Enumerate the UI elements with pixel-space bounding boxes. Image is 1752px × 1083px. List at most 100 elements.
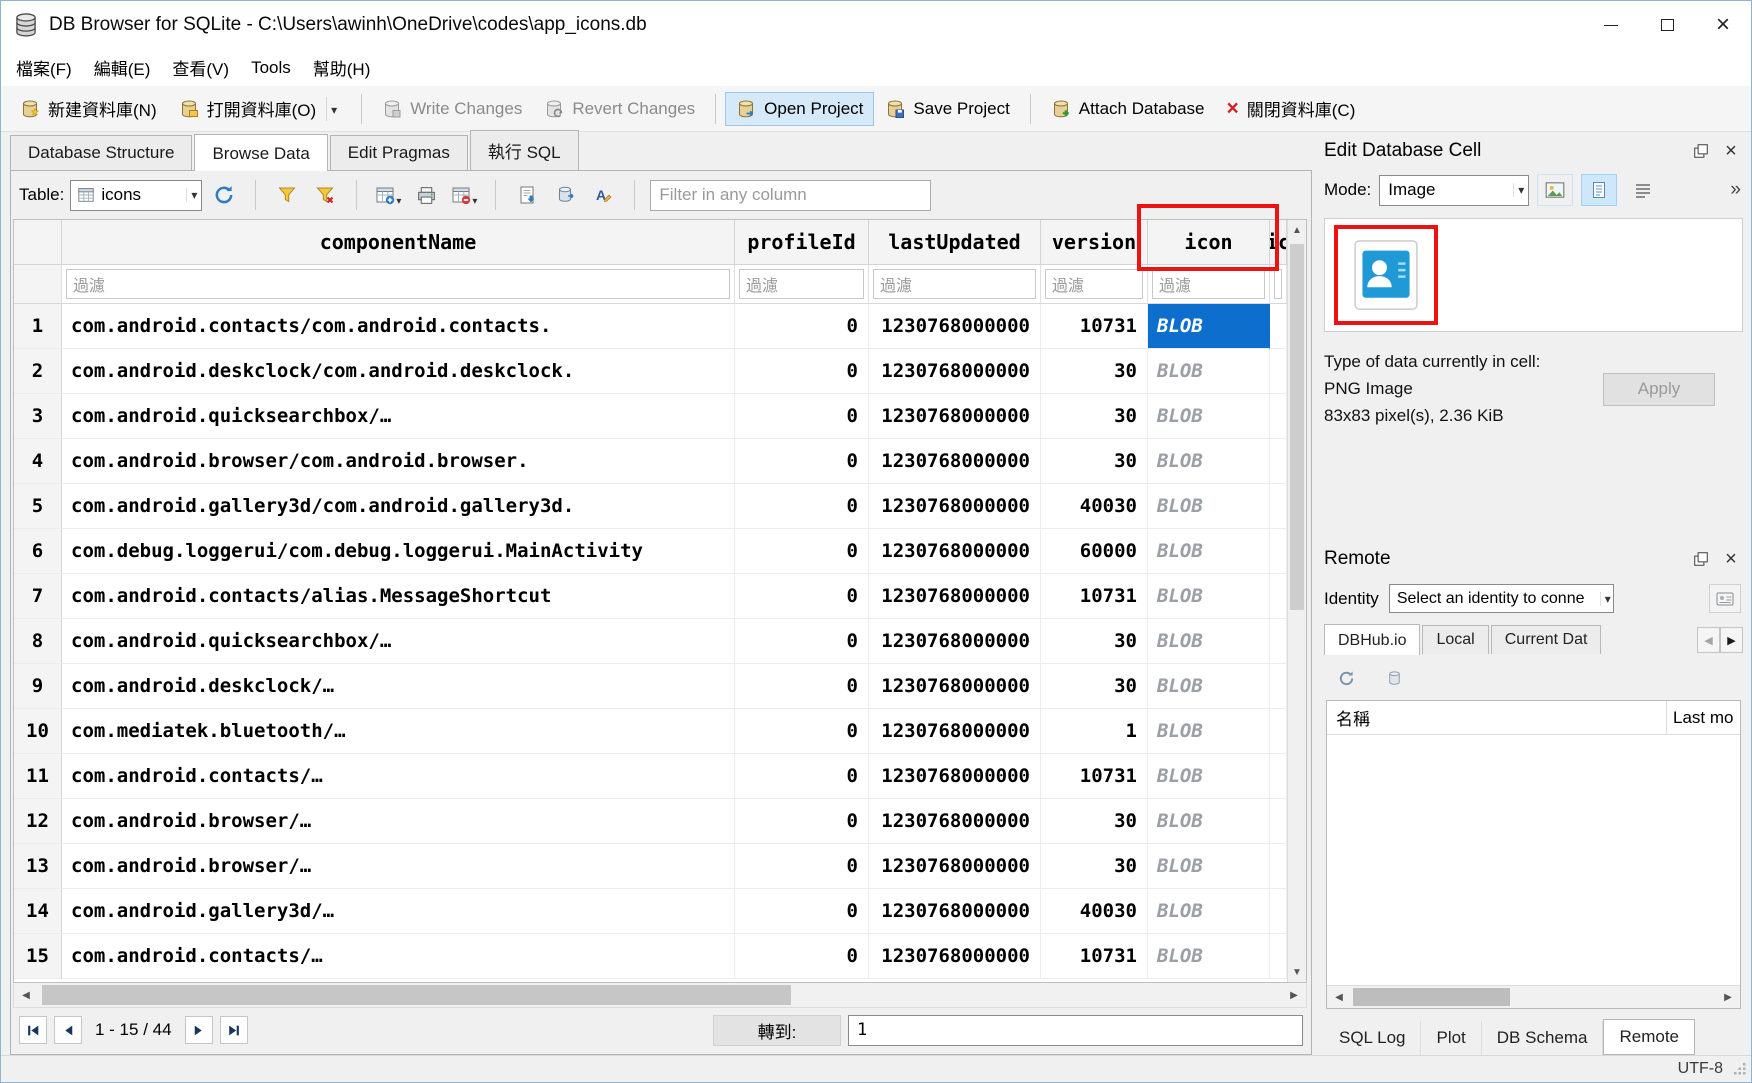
row-number[interactable]: 1 — [14, 304, 62, 349]
row-number[interactable]: 3 — [14, 394, 62, 439]
cell-version[interactable]: 30 — [1041, 799, 1148, 844]
revert-changes-button[interactable]: Revert Changes — [533, 92, 706, 126]
filter-cell[interactable]: 過濾 — [869, 265, 1041, 304]
previous-record-button[interactable] — [54, 1016, 82, 1044]
preview-image[interactable] — [1347, 236, 1425, 314]
main-tab[interactable]: Edit Pragmas — [330, 135, 468, 170]
goto-button[interactable]: 轉到: — [713, 1015, 841, 1046]
remote-scrollbar-thumb[interactable] — [1353, 988, 1510, 1006]
goto-record-input[interactable] — [848, 1015, 1303, 1046]
cell-componentname[interactable]: com.android.quicksearchbox/… — [62, 394, 735, 439]
save-filters-button[interactable] — [271, 179, 303, 211]
cell-icon-blob[interactable]: BLOB — [1148, 304, 1270, 349]
scroll-right-arrow-icon[interactable]: ▶ — [1282, 983, 1306, 1007]
row-number[interactable]: 10 — [14, 709, 62, 754]
table-row[interactable]: 15 com.android.contacts/… 0 123076800000… — [14, 934, 1287, 979]
cell-version[interactable]: 10731 — [1041, 934, 1148, 979]
scroll-left-arrow-icon[interactable]: ◀ — [14, 983, 38, 1007]
close-panel-button[interactable]: × — [1719, 547, 1743, 571]
cell-componentname[interactable]: com.android.browser/… — [62, 799, 735, 844]
cell-icon-blob[interactable]: BLOB — [1148, 484, 1270, 529]
cell-version[interactable]: 40030 — [1041, 889, 1148, 934]
table-row[interactable]: 11 com.android.contacts/… 0 123076800000… — [14, 754, 1287, 799]
cell-version[interactable]: 60000 — [1041, 529, 1148, 574]
cell-componentname[interactable]: com.android.gallery3d/… — [62, 889, 735, 934]
scroll-right-arrow-icon[interactable]: ▶ — [1716, 986, 1740, 1008]
view-document-button[interactable] — [1581, 174, 1617, 206]
next-record-button[interactable] — [185, 1016, 213, 1044]
cell-profileid[interactable]: 0 — [735, 439, 869, 484]
cell-profileid[interactable]: 0 — [735, 484, 869, 529]
new-database-button[interactable]: 新建資料庫(N) — [9, 89, 168, 128]
column-header-version[interactable]: version — [1041, 220, 1148, 265]
last-modified-column-header[interactable]: Last mo — [1666, 701, 1740, 734]
main-tab[interactable]: 執行 SQL — [470, 130, 579, 170]
remote-tab[interactable]: Current Dat — [1491, 625, 1602, 654]
filter-input-icon[interactable]: 過濾 — [1152, 269, 1265, 299]
cell-componentname[interactable]: com.debug.loggerui/com.debug.loggerui.Ma… — [62, 529, 735, 574]
cell-lastupdated[interactable]: 1230768000000 — [869, 889, 1041, 934]
filter-any-column-input[interactable] — [650, 180, 931, 211]
table-row[interactable]: 14 com.android.gallery3d/… 0 12307680000… — [14, 889, 1287, 934]
cell-profileid[interactable]: 0 — [735, 619, 869, 664]
menu-item[interactable]: 編輯(E) — [83, 49, 162, 86]
column-header-profileid[interactable]: profileId — [735, 220, 869, 265]
cell-icon-blob[interactable]: BLOB — [1148, 754, 1270, 799]
cell-componentname[interactable]: com.android.gallery3d/com.android.galler… — [62, 484, 735, 529]
dock-tab[interactable]: Plot — [1421, 1021, 1481, 1055]
cell-icon-blob[interactable]: BLOB — [1148, 844, 1270, 889]
cell-lastupdated[interactable]: 1230768000000 — [869, 934, 1041, 979]
last-record-button[interactable] — [220, 1016, 248, 1044]
text-lines-button[interactable] — [1625, 174, 1661, 206]
filter-cell[interactable]: 過濾 — [1041, 265, 1148, 304]
close-panel-button[interactable]: × — [1719, 139, 1743, 163]
table-row[interactable]: 7 com.android.contacts/alias.MessageShor… — [14, 574, 1287, 619]
cell-lastupdated[interactable]: 1230768000000 — [869, 754, 1041, 799]
dock-tab[interactable]: SQL Log — [1324, 1021, 1421, 1055]
cell-partial[interactable] — [1270, 799, 1287, 844]
cell-profileid[interactable]: 0 — [735, 664, 869, 709]
table-row[interactable]: 13 com.android.browser/… 0 1230768000000… — [14, 844, 1287, 889]
vertical-scrollbar[interactable]: ▲ ▼ — [1287, 220, 1306, 982]
refresh-table-button[interactable] — [208, 179, 240, 211]
row-number[interactable]: 9 — [14, 664, 62, 709]
cell-partial[interactable] — [1270, 439, 1287, 484]
clone-database-button[interactable] — [1378, 662, 1410, 694]
menu-item[interactable]: 檔案(F) — [5, 49, 83, 86]
filter-input-componentname[interactable]: 過濾 — [66, 269, 730, 299]
cell-lastupdated[interactable]: 1230768000000 — [869, 709, 1041, 754]
cell-icon-blob[interactable]: BLOB — [1148, 529, 1270, 574]
table-row[interactable]: 2 com.android.deskclock/com.android.desk… — [14, 349, 1287, 394]
attach-database-button[interactable]: Attach Database — [1040, 92, 1216, 126]
float-panel-button[interactable] — [1689, 547, 1713, 571]
cell-version[interactable]: 10731 — [1041, 574, 1148, 619]
row-number[interactable]: 8 — [14, 619, 62, 664]
float-panel-button[interactable] — [1689, 139, 1713, 163]
write-changes-button[interactable]: Write Changes — [371, 92, 533, 126]
cell-icon-blob[interactable]: BLOB — [1148, 394, 1270, 439]
table-row[interactable]: 10 com.mediatek.bluetooth/… 0 1230768000… — [14, 709, 1287, 754]
cell-icon-blob[interactable]: BLOB — [1148, 664, 1270, 709]
cell-partial[interactable] — [1270, 754, 1287, 799]
filter-input-profileid[interactable]: 過濾 — [739, 269, 864, 299]
name-column-header[interactable]: 名稱 — [1327, 701, 1666, 734]
tab-scroll-right-button[interactable]: ▶ — [1720, 627, 1743, 653]
cell-profileid[interactable]: 0 — [735, 574, 869, 619]
cell-lastupdated[interactable]: 1230768000000 — [869, 844, 1041, 889]
cell-version[interactable]: 40030 — [1041, 484, 1148, 529]
main-tab[interactable]: Database Structure — [10, 135, 192, 170]
resize-grip[interactable] — [1733, 1062, 1747, 1076]
cell-version[interactable]: 1 — [1041, 709, 1148, 754]
column-header-icon[interactable]: icon — [1148, 220, 1270, 265]
open-database-dropdown[interactable]: ▾ — [326, 97, 341, 121]
cell-partial[interactable] — [1270, 574, 1287, 619]
column-header-lastupdated[interactable]: lastUpdated — [869, 220, 1041, 265]
cell-version[interactable]: 30 — [1041, 619, 1148, 664]
cell-version[interactable]: 30 — [1041, 439, 1148, 484]
filter-input-lastupdated[interactable]: 過濾 — [873, 269, 1036, 299]
close-button[interactable]: × — [1695, 1, 1751, 49]
save-project-button[interactable]: Save Project — [874, 92, 1020, 126]
cell-profileid[interactable]: 0 — [735, 934, 869, 979]
table-row[interactable]: 4 com.android.browser/com.android.browse… — [14, 439, 1287, 484]
cell-version[interactable]: 10731 — [1041, 304, 1148, 349]
